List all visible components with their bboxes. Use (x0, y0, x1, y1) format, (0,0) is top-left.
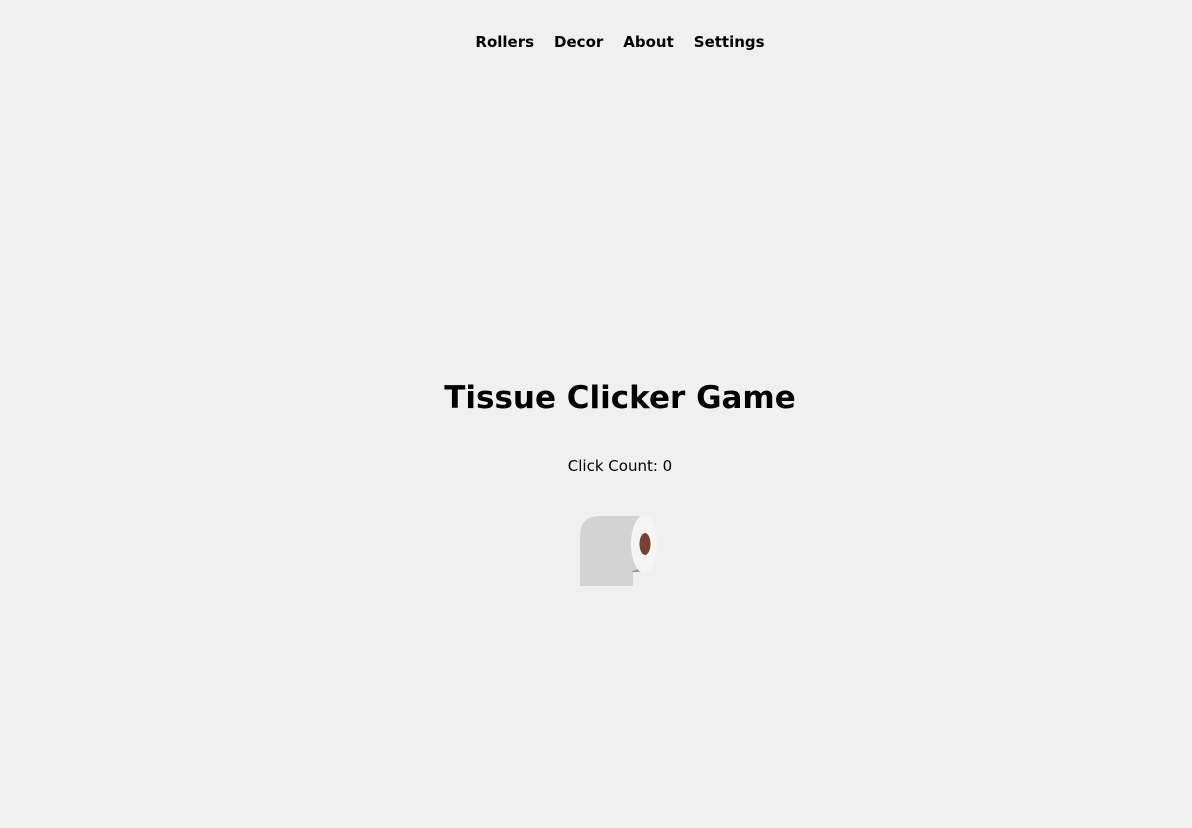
nav-item-about[interactable]: About (623, 30, 674, 54)
click-count-label: Click Count: 0 (567, 457, 673, 475)
game-title: Tissue Clicker Game (444, 380, 796, 416)
page: Rollers Decor About Settings Tissue Clic… (0, 0, 1192, 828)
top-nav: Rollers Decor About Settings (0, 30, 1192, 54)
nav-item-decor[interactable]: Decor (554, 30, 603, 54)
nav-item-rollers[interactable]: Rollers (475, 30, 534, 54)
toilet-paper-roll-icon (580, 515, 657, 586)
nav-item-settings[interactable]: Settings (694, 30, 765, 54)
toilet-paper-roll-button[interactable] (578, 514, 660, 590)
